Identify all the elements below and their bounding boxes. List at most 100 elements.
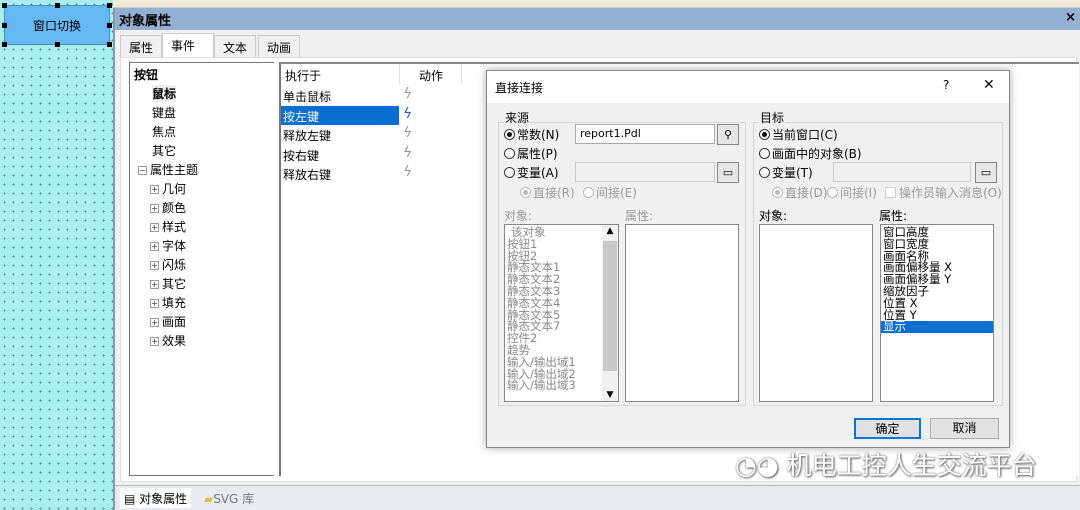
tree-root[interactable]: 按钮 [134, 66, 158, 83]
expand-icon[interactable]: + [150, 185, 159, 194]
browse-variable-icon[interactable]: ▭ [717, 162, 739, 183]
bottom-tab-svg-library[interactable]: ▰SVG 库 [200, 488, 258, 508]
radio-icon [504, 129, 515, 140]
event-row[interactable]: 单击鼠标 [281, 86, 399, 105]
radio-variable[interactable]: 变量(A) [504, 164, 559, 181]
tree-item-focus[interactable]: 焦点 [152, 123, 176, 140]
collapse-icon[interactable]: − [138, 166, 147, 175]
target-object-list[interactable] [759, 224, 873, 402]
expand-icon[interactable]: + [150, 299, 159, 308]
panel-title: 对象属性 [115, 8, 1080, 30]
resize-handle[interactable] [2, 23, 7, 28]
tree-label: 属性主题 [150, 163, 199, 177]
expand-icon[interactable]: + [150, 261, 159, 270]
bottom-tab-object-properties[interactable]: ▤ 对象属性 [120, 488, 192, 508]
cancel-button[interactable]: 取消 [930, 418, 999, 439]
tree-item-other[interactable]: 其它 [152, 142, 176, 159]
tree-item-topic[interactable]: + 几何 [150, 180, 186, 197]
tree-label: 颜色 [162, 201, 187, 215]
close-button[interactable]: ✕ [983, 77, 995, 93]
tree-item-topic[interactable]: + 画面 [150, 313, 186, 330]
radio-label: 常数(N) [517, 128, 560, 142]
radio-icon [583, 187, 594, 198]
bottom-tabs: ▤ 对象属性 ▰SVG 库 [115, 485, 1080, 510]
event-tree: 按钮 鼠标 键盘 焦点 其它 − 属性主题 + 几何 + 颜色 + 样式 + 字体 + 闪烁 + 其它 +… [129, 62, 274, 476]
radio-property[interactable]: 属性(P) [504, 145, 558, 162]
target-property-list[interactable]: 窗口高度 窗口宽度 画面名称 画面偏移量 X 画面偏移量 Y 缩放因子 位置 X 位置 Y 显示 [880, 224, 994, 402]
direct-connection-dialog: 直接连接 ? ✕ 来源 常数(N) report1.Pdl ⚲ 属性(P) 变量… [486, 70, 1010, 448]
lightning-icon[interactable]: ϟ [403, 164, 412, 180]
resize-handle[interactable] [107, 23, 112, 28]
event-row[interactable]: 按左键 [281, 105, 399, 125]
resize-handle[interactable] [2, 3, 7, 8]
source-object-list[interactable]: 该对象 按钮1 按钮2 静态文本1 静态文本2 静态文本3 静态文本4 静态文本5 静态文本7 控… [504, 224, 619, 402]
expand-icon[interactable]: + [150, 337, 159, 346]
list-icon: ▤ [124, 492, 140, 506]
window-switch-button[interactable]: 窗口切换 [2, 3, 112, 47]
tree-item-property-topics[interactable]: − 属性主题 [138, 161, 198, 178]
column-divider [399, 64, 400, 84]
tree-item-topic[interactable]: + 效果 [150, 332, 186, 349]
radio-constant[interactable]: 常数(N) [504, 126, 559, 143]
tree-item-topic[interactable]: + 其它 [150, 275, 186, 292]
lightning-icon[interactable]: ϟ [403, 86, 412, 102]
event-row[interactable]: 释放右键 [281, 164, 399, 183]
event-row[interactable]: 释放左键 [281, 125, 399, 144]
target-variable-input[interactable] [833, 162, 971, 182]
resize-handle[interactable] [55, 42, 60, 47]
target-label: 目标 [759, 109, 786, 126]
radio-target-direct[interactable]: 直接(D) [772, 184, 828, 201]
tree-item-topic[interactable]: + 闪烁 [150, 256, 186, 273]
radio-icon [827, 187, 838, 198]
tree-item-topic[interactable]: + 填充 [150, 294, 186, 311]
radio-target-indirect[interactable]: 间接(I) [827, 184, 877, 201]
browse-picture-icon[interactable]: ⚲ [717, 124, 739, 145]
radio-direct[interactable]: 直接(R) [520, 184, 575, 201]
radio-label: 间接(I) [840, 186, 877, 200]
radio-indirect[interactable]: 间接(E) [583, 184, 637, 201]
resize-handle[interactable] [2, 42, 7, 47]
radio-object-in-screen[interactable]: 画面中的对象(B) [759, 145, 862, 162]
event-row[interactable]: 按右键 [281, 145, 399, 164]
resize-handle[interactable] [107, 3, 112, 8]
tab-text[interactable]: 文本 [214, 35, 257, 57]
tree-label: 其它 [162, 277, 187, 291]
tree-item-topic[interactable]: + 字体 [150, 237, 186, 254]
browse-variable-icon[interactable]: ▭ [975, 162, 997, 183]
expand-icon[interactable]: + [150, 204, 159, 213]
source-property-list[interactable] [625, 224, 739, 402]
help-button[interactable]: ? [943, 78, 949, 92]
resize-handle[interactable] [107, 42, 112, 47]
radio-current-window[interactable]: 当前窗口(C) [759, 126, 838, 143]
tree-label: 字体 [162, 239, 187, 253]
tab-properties[interactable]: 属性 [120, 35, 163, 57]
close-icon[interactable]: × [1065, 10, 1076, 25]
scrollbar[interactable]: ▲ ▼ [602, 225, 618, 401]
operator-message-checkbox[interactable]: 操作员输入消息(O) [885, 184, 1002, 201]
ruler [113, 0, 1080, 8]
lightning-icon[interactable]: ϟ [403, 145, 412, 161]
radio-label: 当前窗口(C) [772, 128, 838, 142]
variable-input[interactable] [575, 162, 715, 182]
expand-icon[interactable]: + [150, 242, 159, 251]
expand-icon[interactable]: + [150, 280, 159, 289]
tree-item-keyboard[interactable]: 键盘 [152, 104, 176, 121]
radio-icon [759, 129, 770, 140]
ok-button[interactable]: 确定 [854, 418, 921, 439]
radio-label: 画面中的对象(B) [772, 147, 862, 161]
source-label: 来源 [504, 109, 531, 126]
expand-icon[interactable]: + [150, 318, 159, 327]
resize-handle[interactable] [55, 3, 60, 8]
list-item[interactable]: 显示 [881, 321, 993, 334]
radio-target-variable[interactable]: 变量(T) [759, 164, 813, 181]
tree-item-topic[interactable]: + 样式 [150, 218, 186, 235]
lightning-icon[interactable]: ϟ [403, 106, 412, 122]
tab-animation[interactable]: 动画 [258, 35, 301, 57]
lightning-icon[interactable]: ϟ [403, 125, 412, 141]
tree-item-mouse[interactable]: 鼠标 [152, 85, 177, 102]
tree-item-topic[interactable]: + 颜色 [150, 199, 186, 216]
expand-icon[interactable]: + [150, 223, 159, 232]
design-canvas[interactable] [0, 0, 113, 510]
constant-input[interactable]: report1.Pdl [575, 124, 715, 144]
tab-events[interactable]: 事件 [162, 33, 214, 58]
